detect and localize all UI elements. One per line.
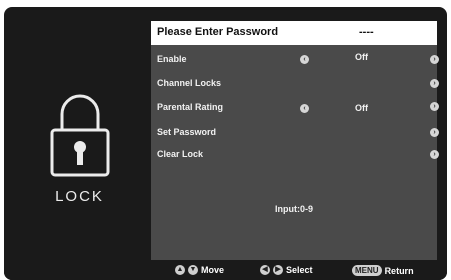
menu-item-clear-lock[interactable]: Clear Lock › xyxy=(151,144,439,166)
move-label: Move xyxy=(201,265,225,275)
menu-item-label: Parental Rating xyxy=(157,102,224,112)
menu-item-enable[interactable]: Enable ‹ Off › xyxy=(151,49,439,71)
lock-label: LOCK xyxy=(55,188,104,205)
password-value: ---- xyxy=(359,26,374,38)
lock-sidebar: LOCK xyxy=(4,7,155,260)
return-hint: MENU Return xyxy=(352,265,414,276)
lock-icon xyxy=(50,94,110,177)
footer-hints: ▲ ▼ Move ◀ ▶ Select MENU Return xyxy=(4,260,447,280)
chevron-right-icon[interactable]: › xyxy=(430,102,439,111)
tv-screen: LOCK Please Enter Password ---- Enable ‹… xyxy=(4,7,447,280)
select-label: Select xyxy=(286,265,313,275)
return-label: Return xyxy=(384,265,414,276)
move-hint: ▲ ▼ Move xyxy=(175,265,224,275)
lock-menu: Please Enter Password ---- Enable ‹ Off … xyxy=(151,21,439,260)
chevron-right-icon[interactable]: › xyxy=(430,79,439,88)
menu-item-parental-rating[interactable]: Parental Rating ‹ Off › xyxy=(151,97,439,119)
input-hint: Input:0-9 xyxy=(275,204,313,214)
chevron-right-icon[interactable]: › xyxy=(430,128,439,137)
chevron-left-icon[interactable]: ‹ xyxy=(300,55,309,64)
select-hint: ◀ ▶ Select xyxy=(260,265,313,275)
menu-item-channel-locks[interactable]: Channel Locks › xyxy=(151,73,439,95)
menu-key-icon: MENU xyxy=(352,265,382,276)
chevron-right-icon[interactable]: › xyxy=(430,55,439,64)
menu-item-set-password[interactable]: Set Password › xyxy=(151,122,439,144)
arrow-right-icon: ▶ xyxy=(273,265,283,275)
password-entry[interactable]: Please Enter Password ---- xyxy=(151,21,437,45)
menu-item-label: Clear Lock xyxy=(157,149,204,159)
parental-rating-value: Off xyxy=(355,103,368,113)
enable-value: Off xyxy=(355,52,368,62)
arrow-up-icon: ▲ xyxy=(175,265,185,275)
menu-item-label: Set Password xyxy=(157,127,217,137)
arrow-down-icon: ▼ xyxy=(188,265,198,275)
menu-item-label: Channel Locks xyxy=(157,78,222,88)
password-prompt: Please Enter Password xyxy=(157,26,279,38)
chevron-left-icon[interactable]: ‹ xyxy=(300,104,309,113)
menu-item-label: Enable xyxy=(157,54,187,64)
arrow-left-icon: ◀ xyxy=(260,265,270,275)
chevron-right-icon[interactable]: › xyxy=(430,150,439,159)
